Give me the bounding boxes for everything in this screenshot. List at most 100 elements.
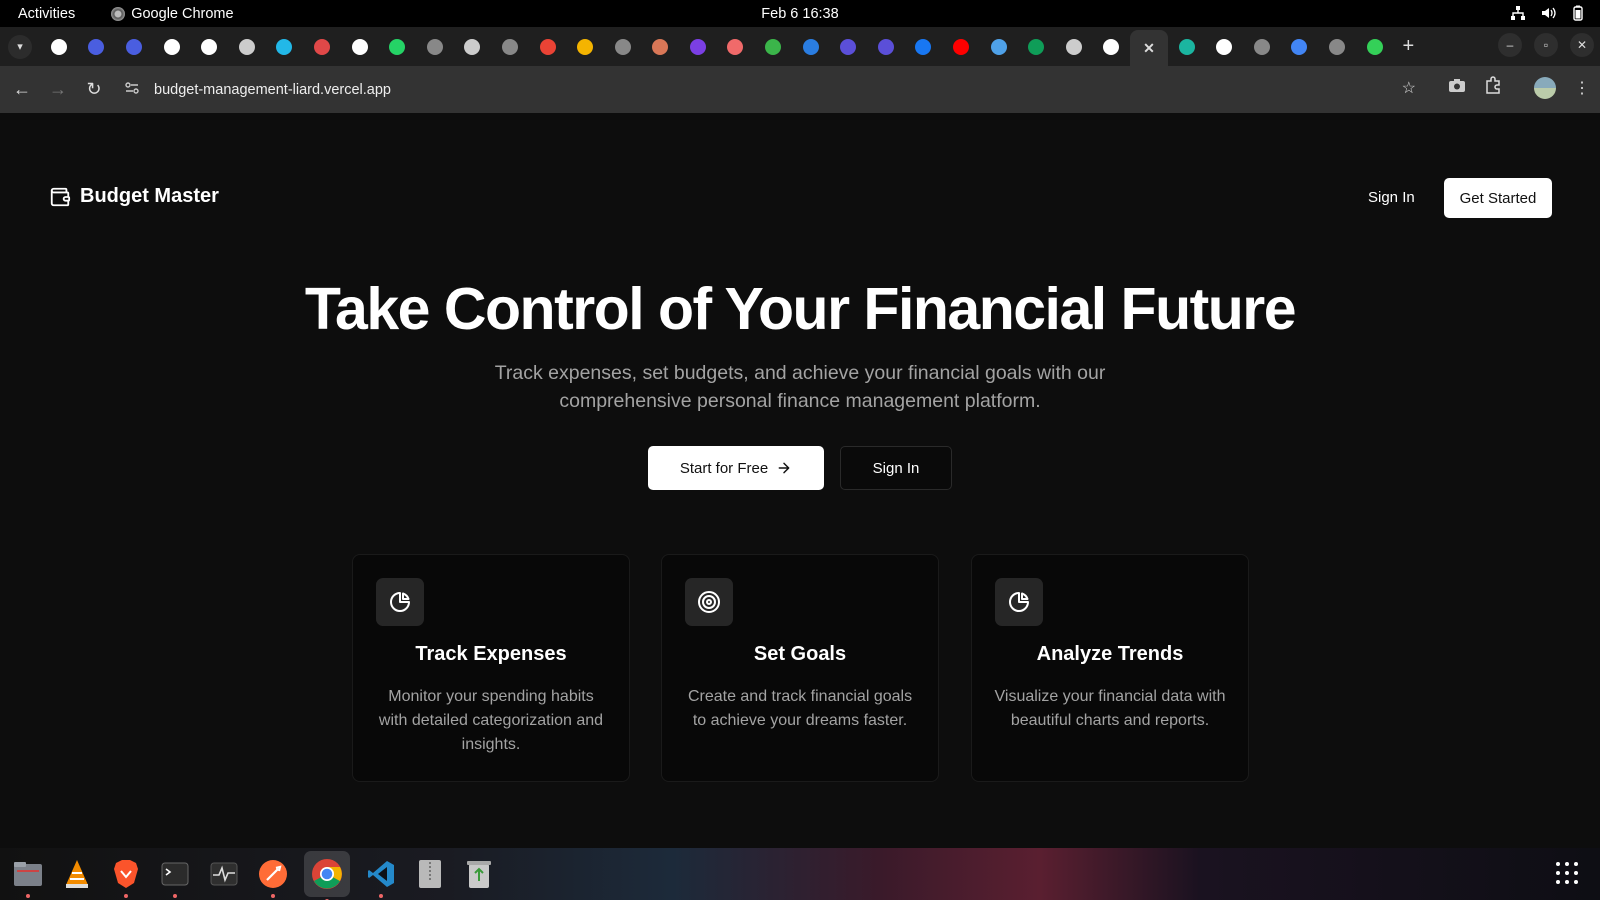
forward-button[interactable]: →: [40, 79, 76, 100]
browser-tab[interactable]: [1243, 30, 1281, 64]
archive-manager-icon[interactable]: [412, 856, 448, 892]
globe-icon: [1253, 38, 1270, 55]
brand-logo[interactable]: Budget Master: [49, 185, 219, 208]
feature-card-analyze-trends: Analyze Trends Visualize your financial …: [971, 554, 1249, 782]
circle-logo-icon: [50, 38, 67, 55]
volume-icon: [1540, 5, 1556, 21]
browser-tab[interactable]: [78, 30, 116, 64]
browser-tab[interactable]: [1318, 30, 1356, 64]
tab-search-button[interactable]: ▾: [8, 34, 32, 59]
vlc-icon[interactable]: [59, 856, 95, 892]
browser-tab[interactable]: [416, 30, 454, 64]
browser-tab[interactable]: [642, 30, 680, 64]
globe-icon: [1328, 38, 1345, 55]
browser-tab[interactable]: [266, 30, 304, 64]
camera-icon[interactable]: [1448, 77, 1466, 98]
browser-tab[interactable]: [1356, 30, 1394, 64]
vercel-icon: [1103, 38, 1120, 55]
browser-tab[interactable]: [153, 30, 191, 64]
browser-tab[interactable]: [942, 30, 980, 64]
browser-tab[interactable]: [717, 30, 755, 64]
extensions-icon[interactable]: [1484, 76, 1502, 99]
terminal-icon[interactable]: [157, 856, 193, 892]
hero-title: Take Control of Your Financial Future: [304, 276, 1297, 342]
url-text: budget-management-liard.vercel.app: [154, 81, 391, 98]
shield-purple-icon: [877, 38, 894, 55]
active-tab[interactable]: ✕: [1130, 30, 1168, 66]
files-icon[interactable]: [10, 856, 46, 892]
browser-tab[interactable]: [980, 30, 1018, 64]
browser-tab[interactable]: [679, 30, 717, 64]
wordpress-icon: [990, 38, 1007, 55]
chrome-dock-icon[interactable]: [304, 851, 350, 897]
back-button[interactable]: ←: [4, 79, 40, 100]
browser-tab[interactable]: [566, 30, 604, 64]
browser-tab[interactable]: [829, 30, 867, 64]
feature-card-set-goals: Set Goals Create and track financial goa…: [661, 554, 939, 782]
header-sign-in-button[interactable]: Sign In: [1358, 183, 1425, 212]
hero-subtitle: Track expenses, set budgets, and achieve…: [494, 362, 1106, 412]
chrome-icon: [1065, 38, 1082, 55]
header-get-started-button[interactable]: Get Started: [1444, 178, 1552, 218]
browser-tab[interactable]: [378, 30, 416, 64]
browser-tab[interactable]: [303, 30, 341, 64]
target-icon: [685, 578, 733, 626]
chrome-menu-icon[interactable]: ⋮: [1574, 78, 1590, 98]
maximize-button[interactable]: ▫: [1534, 33, 1558, 57]
browser-tab[interactable]: [491, 30, 529, 64]
trash-icon[interactable]: [461, 856, 497, 892]
app-menu[interactable]: Google Chrome: [111, 6, 234, 22]
feature-description: Create and track financial goals to achi…: [687, 688, 913, 729]
browser-tab[interactable]: [604, 30, 642, 64]
brand-name: Budget Master: [80, 185, 219, 207]
browser-tab[interactable]: [115, 30, 153, 64]
browser-tab[interactable]: [1281, 30, 1319, 64]
browser-tab[interactable]: [1017, 30, 1055, 64]
diamond-teal-icon: [1178, 38, 1195, 55]
hero-sign-in-label: Sign In: [872, 459, 920, 477]
browser-toolbar: ← → ↻ budget-management-liard.vercel.app…: [0, 66, 1600, 113]
browser-tab[interactable]: [190, 30, 228, 64]
postman-icon[interactable]: [255, 856, 291, 892]
calendar-red-icon: [313, 38, 330, 55]
close-icon[interactable]: ✕: [1143, 40, 1155, 56]
browser-tab[interactable]: [1168, 30, 1206, 64]
browser-tab[interactable]: [40, 30, 78, 64]
gravatar-icon: [125, 38, 142, 55]
browser-tab[interactable]: [754, 30, 792, 64]
browser-tab[interactable]: [454, 30, 492, 64]
window-controls: – ▫ ✕: [1498, 33, 1594, 57]
close-window-button[interactable]: ✕: [1570, 33, 1594, 57]
minimize-button[interactable]: –: [1498, 33, 1522, 57]
toolbar-actions: ☆ ⋮: [1402, 76, 1590, 99]
reload-button[interactable]: ↻: [76, 79, 112, 100]
system-tray[interactable]: [1510, 5, 1586, 21]
site-settings-icon[interactable]: [124, 80, 140, 99]
wallet-icon: [50, 187, 71, 206]
hero-sign-in-button[interactable]: Sign In: [840, 446, 952, 490]
profile-avatar[interactable]: [1534, 76, 1556, 99]
browser-tab[interactable]: [1093, 30, 1131, 64]
browser-tab[interactable]: [867, 30, 905, 64]
new-tab-button[interactable]: +: [1393, 35, 1423, 58]
browser-tab[interactable]: [228, 30, 266, 64]
browser-tab[interactable]: [792, 30, 830, 64]
browser-tab[interactable]: [1205, 30, 1243, 64]
asana-icon: [727, 38, 744, 55]
feature-description: Visualize your financial data with beaut…: [994, 688, 1226, 729]
browser-tab[interactable]: [529, 30, 567, 64]
brave-icon[interactable]: [108, 856, 144, 892]
clock[interactable]: Feb 6 16:38: [0, 6, 1600, 22]
tab-list: ✕: [40, 27, 1393, 66]
system-monitor-icon[interactable]: [206, 856, 242, 892]
bookmark-star-icon[interactable]: ☆: [1402, 78, 1416, 98]
start-for-free-button[interactable]: Start for Free: [648, 446, 824, 490]
browser-tab[interactable]: [1055, 30, 1093, 64]
activities-button[interactable]: Activities: [18, 6, 75, 22]
vscode-icon[interactable]: [363, 856, 399, 892]
show-apps-icon[interactable]: [1556, 862, 1578, 884]
browser-tab[interactable]: [341, 30, 379, 64]
address-bar[interactable]: budget-management-liard.vercel.app: [124, 73, 391, 107]
pen-white-icon: [351, 38, 368, 55]
browser-tab[interactable]: [905, 30, 943, 64]
